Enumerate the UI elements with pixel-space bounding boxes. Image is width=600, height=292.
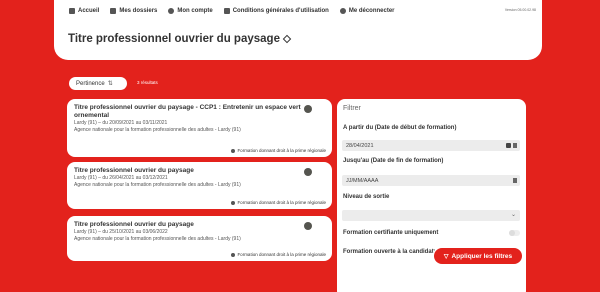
result-dates: Lardy (91) – du 25/10/2021 au 03/06/2022 [74, 229, 168, 235]
nav-home[interactable]: Accueil [69, 8, 99, 14]
level-label: Niveau de sortie [343, 194, 390, 200]
status-dot-icon [304, 168, 312, 176]
result-title[interactable]: Titre professionnel ouvrier du paysage [74, 221, 304, 229]
chevron-down-icon: ⌄ [510, 212, 516, 218]
result-badge-label: Formation donnant droit à la prime régio… [237, 200, 326, 205]
result-title[interactable]: Titre professionnel ouvrier du paysage -… [74, 104, 304, 120]
filter-icon: ▽ [443, 253, 449, 260]
nav-home-label: Accueil [78, 8, 100, 14]
user-icon [168, 8, 175, 14]
result-badge-label: Formation donnant droit à la prime régio… [237, 252, 326, 257]
edit-icon[interactable] [282, 34, 292, 44]
nav-logout-label: Me déconnecter [348, 8, 395, 14]
nav-logout[interactable]: Me déconnecter [339, 8, 395, 14]
sort-label: Pertinence [76, 80, 105, 87]
nav-terms[interactable]: Conditions générales d'utilisation [223, 8, 329, 14]
nav-my-files[interactable]: Mes dossiers [110, 8, 157, 14]
result-dates: Lardy (91) – du 26/04/2021 au 03/12/2021 [74, 175, 168, 181]
result-title[interactable]: Titre professionnel ouvrier du paysage [74, 167, 304, 175]
from-date-input[interactable]: 28/04/2021 [342, 140, 520, 151]
header-card: Accueil Mes dossiers Mon compte Conditio… [54, 0, 542, 60]
filter-title: Filtrer [343, 105, 361, 112]
clear-icon[interactable] [506, 143, 511, 148]
sort-icon: ⇅ [107, 81, 113, 87]
nav-my-files-label: Mes dossiers [119, 8, 158, 14]
version-label: Version 05.00.02.98 [504, 8, 536, 12]
apply-filters-label: Appliquer les filtres [451, 252, 513, 260]
nav-account-label: Mon compte [177, 8, 213, 14]
apply-filters-button[interactable]: ▽ Appliquer les filtres [434, 248, 522, 264]
result-card[interactable]: Titre professionnel ouvrier du paysage L… [67, 162, 332, 209]
sort-select[interactable]: Pertinence ⇅ [69, 77, 127, 90]
status-dot-icon [304, 105, 312, 113]
result-card[interactable]: Titre professionnel ouvrier du paysage -… [67, 99, 332, 157]
document-icon [223, 8, 230, 14]
level-select[interactable]: ⌄ [342, 210, 520, 221]
folder-icon [110, 8, 117, 14]
to-date-input[interactable]: JJ/MM/AAAA [342, 175, 520, 186]
nav-account[interactable]: Mon compte [168, 8, 213, 14]
result-badge: Formation donnant droit à la prime régio… [231, 252, 326, 257]
certifying-label: Formation certifiante uniquement [343, 230, 439, 236]
to-date-label: Jusqu'au (Date de fin de formation) [343, 158, 444, 164]
result-badge-label: Formation donnant droit à la prime régio… [237, 148, 326, 153]
to-date-placeholder: JJ/MM/AAAA [346, 177, 379, 184]
page-title: Titre professionnel ouvrier du paysage [68, 33, 292, 45]
power-icon [339, 8, 346, 14]
result-card[interactable]: Titre professionnel ouvrier du paysage L… [67, 216, 332, 261]
top-nav: Accueil Mes dossiers Mon compte Conditio… [54, 4, 542, 18]
result-organization: Agence nationale pour la formation profe… [74, 127, 241, 133]
results-count: 3 résultats [137, 80, 158, 85]
from-date-label: A partir du (Date de début de formation) [343, 125, 457, 131]
certifying-toggle[interactable] [509, 230, 520, 236]
from-date-value: 28/04/2021 [346, 142, 374, 149]
result-organization: Agence nationale pour la formation profe… [74, 236, 241, 242]
nav-terms-label: Conditions générales d'utilisation [232, 8, 329, 14]
status-dot-icon [304, 222, 312, 230]
calendar-icon[interactable] [513, 178, 517, 183]
page-title-text: Titre professionnel ouvrier du paysage [68, 33, 280, 45]
home-icon [69, 8, 75, 14]
info-icon [231, 252, 236, 257]
result-badge: Formation donnant droit à la prime régio… [231, 200, 326, 205]
open-label: Formation ouverte à la candidature [343, 249, 444, 255]
info-icon [231, 200, 236, 205]
info-icon [231, 148, 236, 153]
calendar-icon[interactable] [513, 143, 517, 148]
result-organization: Agence nationale pour la formation profe… [74, 182, 241, 188]
result-badge: Formation donnant droit à la prime régio… [231, 148, 326, 153]
result-dates: Lardy (91) – du 20/09/2021 au 03/11/2021 [74, 120, 168, 126]
